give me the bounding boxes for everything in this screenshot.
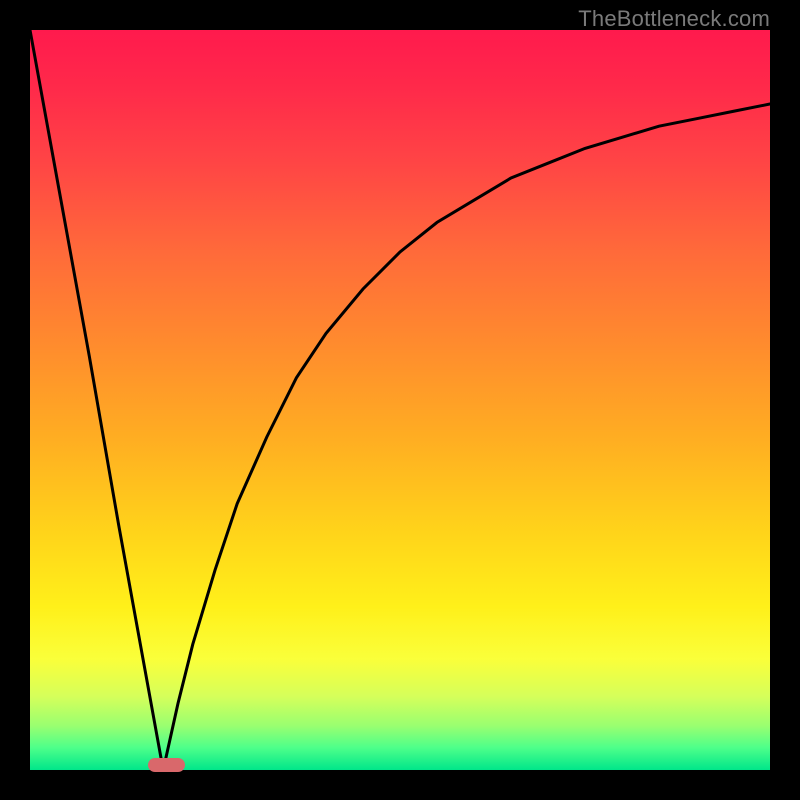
- curve-right-segment: [163, 104, 770, 770]
- watermark-text: TheBottleneck.com: [578, 6, 770, 32]
- plot-area: [30, 30, 770, 770]
- minimum-marker: [148, 758, 185, 772]
- curve-left-segment: [30, 30, 163, 770]
- chart-svg: [30, 30, 770, 770]
- chart-container: TheBottleneck.com: [0, 0, 800, 800]
